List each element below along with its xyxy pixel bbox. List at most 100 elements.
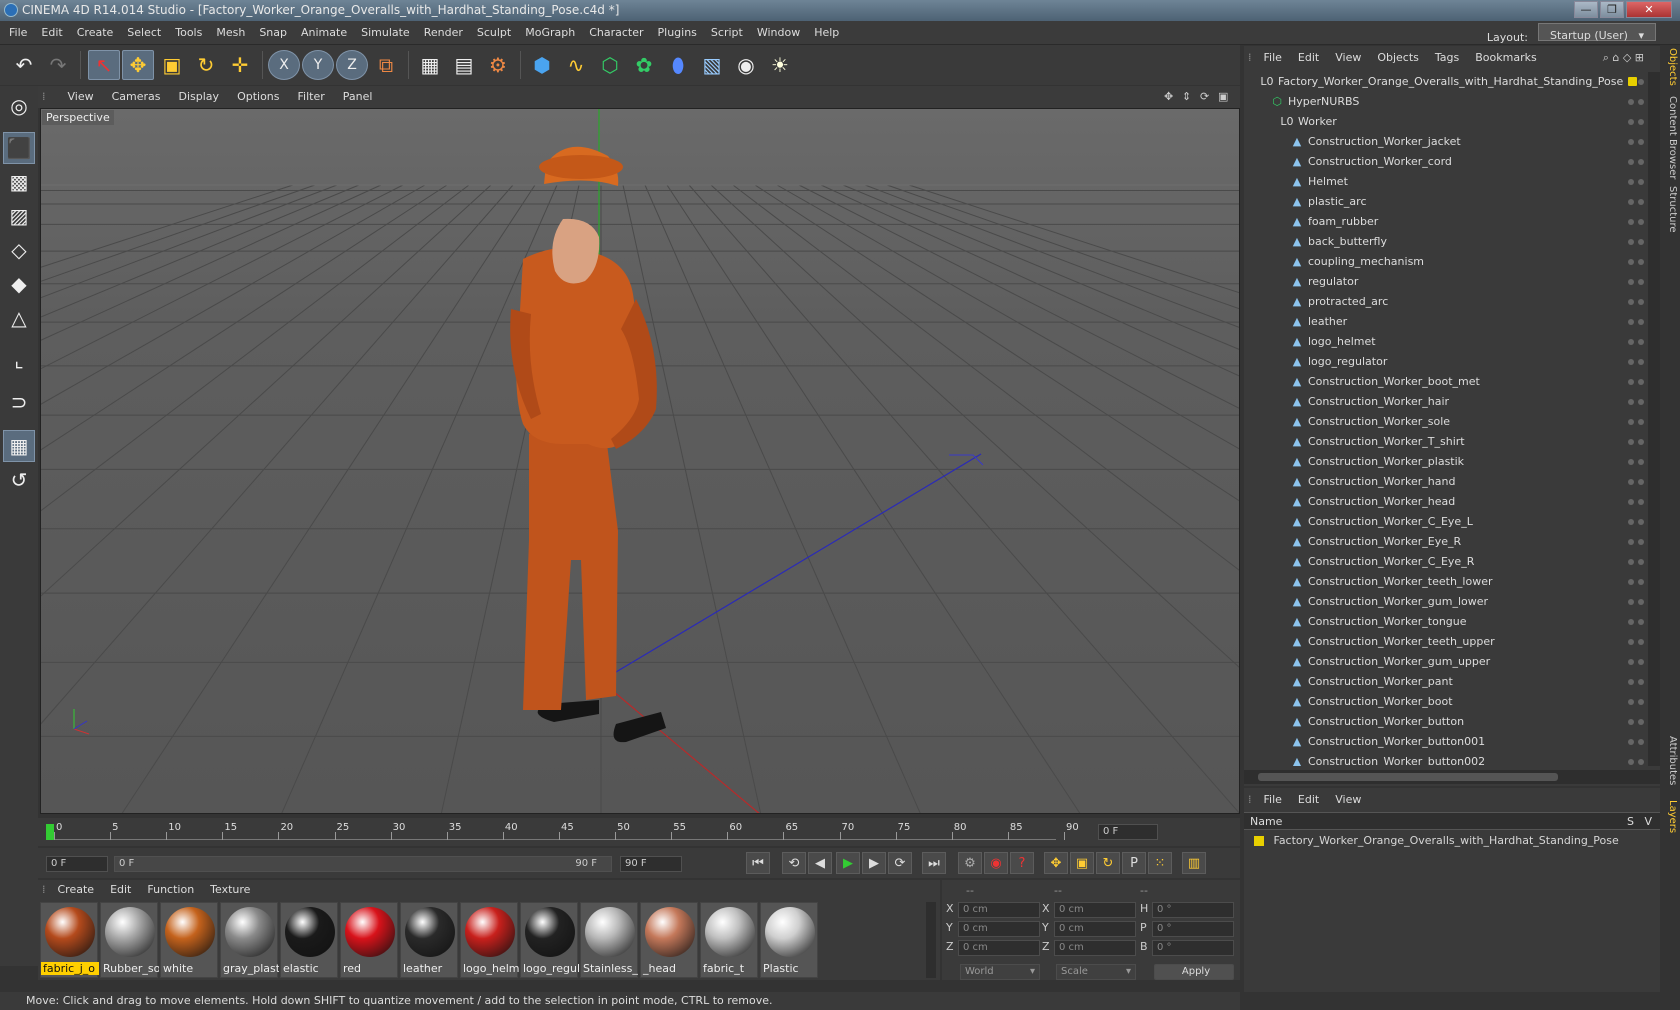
- y-axis-icon[interactable]: Y: [302, 50, 334, 80]
- object-row[interactable]: ▲ Helmet: [1248, 172, 1618, 192]
- material-swatch[interactable]: fabric_j_o: [40, 902, 99, 978]
- object-row[interactable]: ▲ Construction_Worker_Eye_R: [1248, 532, 1618, 552]
- side-tab-attributes[interactable]: Attributes: [1662, 736, 1678, 785]
- visibility-dots[interactable]: [1626, 272, 1646, 292]
- layers-menu-view[interactable]: View: [1327, 788, 1369, 812]
- material-menu-create[interactable]: Create: [50, 880, 103, 900]
- toggle-view-icon[interactable]: ▣: [1209, 86, 1228, 108]
- make-editable-icon[interactable]: ◎: [3, 90, 35, 122]
- material-menu-edit[interactable]: Edit: [102, 880, 139, 900]
- layer-row[interactable]: Factory_Worker_Orange_Overalls_with_Hard…: [1254, 832, 1619, 850]
- undo-icon[interactable]: ↶: [8, 50, 40, 80]
- visibility-dots[interactable]: [1626, 632, 1646, 652]
- material-swatch[interactable]: leather: [400, 902, 458, 978]
- material-swatch[interactable]: Plastic: [760, 902, 818, 978]
- axis-mode-icon[interactable]: ⌞: [3, 344, 35, 376]
- object-row[interactable]: ▲ foam_rubber: [1248, 212, 1618, 232]
- object-row[interactable]: ▲ plastic_arc: [1248, 192, 1618, 212]
- menu-sculpt[interactable]: Sculpt: [470, 21, 518, 45]
- model-mode-icon[interactable]: ⬛: [3, 132, 35, 164]
- dolly-icon[interactable]: ⇕: [1173, 86, 1191, 108]
- coordinate-system-icon[interactable]: ⧉: [370, 50, 402, 80]
- visibility-dots[interactable]: [1626, 252, 1646, 272]
- side-tab-structure[interactable]: Structure: [1662, 186, 1678, 233]
- visibility-dots[interactable]: [1626, 732, 1646, 752]
- visibility-dots[interactable]: [1626, 532, 1646, 552]
- end-frame-field[interactable]: 90 F: [620, 856, 682, 872]
- menu-character[interactable]: Character: [582, 21, 650, 45]
- visibility-dots[interactable]: [1626, 692, 1646, 712]
- visibility-dots[interactable]: [1626, 392, 1646, 412]
- visibility-dots[interactable]: [1626, 92, 1646, 112]
- render-picture-viewer-icon[interactable]: ▤: [448, 50, 480, 80]
- menu-script[interactable]: Script: [704, 21, 750, 45]
- object-row[interactable]: ▲ logo_regulator: [1248, 352, 1618, 372]
- objects-menu-bookmarks[interactable]: Bookmarks: [1467, 46, 1544, 70]
- viewport-menu-cameras[interactable]: Cameras: [103, 86, 170, 108]
- material-swatch[interactable]: gray_plasti: [220, 902, 279, 978]
- loop-icon[interactable]: ⟲: [782, 852, 806, 874]
- object-row[interactable]: L0 Factory_Worker_Orange_Overalls_with_Ha…: [1248, 72, 1623, 92]
- side-tab-objects[interactable]: Objects: [1662, 48, 1678, 86]
- object-row[interactable]: ▲ Construction_Worker_hand: [1248, 472, 1618, 492]
- scale-icon[interactable]: ▣: [156, 50, 188, 80]
- objects-menu-file[interactable]: File: [1256, 46, 1290, 70]
- object-row[interactable]: ▲ leather: [1248, 312, 1618, 332]
- record-icon[interactable]: ◉: [984, 852, 1008, 874]
- viewport-menu-view[interactable]: View: [59, 86, 103, 108]
- object-row[interactable]: ▲ Construction_Worker_plastik: [1248, 452, 1618, 472]
- render-settings-icon[interactable]: ⚙: [482, 50, 514, 80]
- menu-animate[interactable]: Animate: [294, 21, 354, 45]
- viewport-menu-panel[interactable]: Panel: [334, 86, 382, 108]
- x-axis-icon[interactable]: X: [268, 50, 300, 80]
- menu-render[interactable]: Render: [417, 21, 470, 45]
- objects-menu-objects[interactable]: Objects: [1369, 46, 1427, 70]
- key-position-icon[interactable]: ✥: [1044, 852, 1068, 874]
- material-swatch[interactable]: logo_helm: [460, 902, 519, 978]
- side-tab-layers[interactable]: Layers: [1662, 800, 1678, 833]
- visibility-dots[interactable]: [1626, 712, 1646, 732]
- object-row[interactable]: ▲ Construction_Worker_hair: [1248, 392, 1618, 412]
- material-swatch[interactable]: _head: [640, 902, 698, 978]
- key-rotation-icon[interactable]: ↻: [1096, 852, 1120, 874]
- material-swatch[interactable]: fabric_t: [700, 902, 758, 978]
- redo-icon[interactable]: ↷: [42, 50, 74, 80]
- current-frame-field[interactable]: 0 F: [1098, 824, 1158, 840]
- array-icon[interactable]: ✿: [628, 50, 660, 80]
- menu-file[interactable]: File: [2, 21, 34, 45]
- material-scrollbar[interactable]: [926, 902, 936, 978]
- menu-window[interactable]: Window: [750, 21, 807, 45]
- visibility-dots[interactable]: [1626, 232, 1646, 252]
- objects-menu-view[interactable]: View: [1327, 46, 1369, 70]
- visibility-dots[interactable]: [1626, 372, 1646, 392]
- object-row[interactable]: ▲ Construction_Worker_tongue: [1248, 612, 1618, 632]
- search-icon[interactable]: ⌕ ⌂ ◇ ⊞: [1595, 46, 1652, 70]
- start-frame-field[interactable]: 0 F: [46, 856, 108, 872]
- visibility-dots[interactable]: [1626, 672, 1646, 692]
- object-row[interactable]: ▲ Construction_Worker_jacket: [1248, 132, 1618, 152]
- object-row[interactable]: ▲ Construction_Worker_button002: [1248, 752, 1618, 766]
- objects-scrollbar[interactable]: [1648, 72, 1660, 766]
- visibility-dots[interactable]: [1626, 572, 1646, 592]
- move-icon[interactable]: ✥: [122, 50, 154, 80]
- visibility-dots[interactable]: [1626, 172, 1646, 192]
- visibility-dots[interactable]: [1626, 432, 1646, 452]
- visibility-dots[interactable]: [1626, 472, 1646, 492]
- menu-snap[interactable]: Snap: [252, 21, 294, 45]
- workplane-mode-icon[interactable]: ▨: [3, 200, 35, 232]
- coord-position-field[interactable]: 0 cm: [958, 940, 1040, 956]
- menu-mograph[interactable]: MoGraph: [518, 21, 582, 45]
- viewport-menu-options[interactable]: Options: [228, 86, 288, 108]
- layout-select[interactable]: Startup (User) ▾: [1538, 23, 1656, 42]
- coord-size-field[interactable]: 0 cm: [1054, 921, 1136, 937]
- coord-size-field[interactable]: 0 cm: [1054, 940, 1136, 956]
- layers-menu-edit[interactable]: Edit: [1290, 788, 1327, 812]
- menu-simulate[interactable]: Simulate: [354, 21, 417, 45]
- object-row[interactable]: ▲ Construction_Worker_gum_lower: [1248, 592, 1618, 612]
- floor-icon[interactable]: ▧: [696, 50, 728, 80]
- object-row[interactable]: ▲ Construction_Worker_pant: [1248, 672, 1618, 692]
- visibility-dots[interactable]: [1626, 592, 1646, 612]
- motion-path-icon[interactable]: ⚙: [958, 852, 982, 874]
- go-to-end-icon[interactable]: ⏭: [922, 852, 946, 874]
- minimize-button[interactable]: —: [1574, 1, 1598, 18]
